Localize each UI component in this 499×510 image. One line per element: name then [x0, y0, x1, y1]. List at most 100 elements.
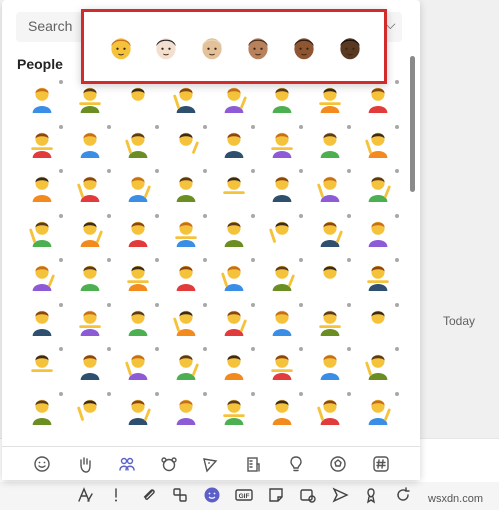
pizza-icon[interactable]: [201, 455, 219, 473]
skin-tone-light-icon[interactable]: [152, 33, 180, 61]
paperclip-icon[interactable]: [140, 486, 158, 504]
person-emoji-icon: [315, 172, 345, 202]
gif-icon[interactable]: GIF: [235, 486, 253, 504]
emoji-cell[interactable]: [120, 347, 166, 393]
emoji-cell[interactable]: [312, 125, 358, 171]
emoji-cell[interactable]: [216, 392, 262, 438]
praise-icon[interactable]: [362, 486, 380, 504]
emoji-cell[interactable]: [216, 125, 262, 171]
emoji-cell[interactable]: [360, 392, 406, 438]
building-icon[interactable]: [244, 455, 262, 473]
skin-tone-medium-icon[interactable]: [244, 33, 272, 61]
emoji-cell[interactable]: [264, 125, 310, 171]
exclamation-icon[interactable]: [107, 486, 125, 504]
send-arrow-icon[interactable]: [331, 486, 349, 504]
emoji-cell[interactable]: [264, 169, 310, 215]
skin-tone-indicator: [251, 391, 255, 396]
emoji-cell[interactable]: [24, 392, 70, 438]
emoji-cell[interactable]: [312, 169, 358, 215]
emoji-cell[interactable]: [72, 258, 118, 304]
emoji-cell[interactable]: [312, 214, 358, 260]
emoji-cell[interactable]: [216, 80, 262, 126]
emoji-cell[interactable]: [168, 125, 214, 171]
emoji-cell[interactable]: [312, 347, 358, 393]
emoji-cell[interactable]: [216, 214, 262, 260]
person-emoji-icon: [363, 217, 393, 247]
lightbulb-icon[interactable]: [287, 455, 305, 473]
emoji-cell[interactable]: [72, 347, 118, 393]
ball-icon[interactable]: [329, 455, 347, 473]
emoji-cell[interactable]: [168, 303, 214, 349]
emoji-cell[interactable]: [24, 214, 70, 260]
skin-tone-default-yellow-icon[interactable]: [107, 33, 135, 61]
emoji-cell[interactable]: [24, 347, 70, 393]
skin-tone-indicator: [251, 124, 255, 129]
skin-tone-indicator: [59, 169, 63, 173]
emoji-icon[interactable]: [203, 486, 221, 504]
emoji-cell[interactable]: [216, 169, 262, 215]
emoji-cell[interactable]: [168, 169, 214, 215]
emoji-cell[interactable]: [24, 258, 70, 304]
emoji-cell[interactable]: [24, 169, 70, 215]
person-emoji-icon: [219, 128, 249, 158]
emoji-cell[interactable]: [216, 303, 262, 349]
skin-tone-medium-light-icon[interactable]: [198, 33, 226, 61]
hand-icon[interactable]: [76, 455, 94, 473]
emoji-cell[interactable]: [120, 80, 166, 126]
animal-icon[interactable]: [160, 455, 178, 473]
emoji-cell[interactable]: [72, 392, 118, 438]
refresh-icon[interactable]: [394, 486, 412, 504]
emoji-cell[interactable]: [168, 392, 214, 438]
emoji-cell[interactable]: [168, 80, 214, 126]
person-emoji-icon: [219, 261, 249, 291]
hash-icon[interactable]: [372, 455, 390, 473]
meet-now-icon[interactable]: [299, 486, 317, 504]
emoji-cell[interactable]: [360, 169, 406, 215]
emoji-cell[interactable]: [312, 80, 358, 126]
person-emoji-icon: [171, 172, 201, 202]
emoji-cell[interactable]: [120, 169, 166, 215]
emoji-cell[interactable]: [360, 258, 406, 304]
loop-icon[interactable]: [171, 486, 189, 504]
emoji-cell[interactable]: [120, 392, 166, 438]
emoji-cell[interactable]: [72, 80, 118, 126]
emoji-cell[interactable]: [72, 214, 118, 260]
format-icon[interactable]: [76, 486, 94, 504]
people-icon[interactable]: [118, 455, 136, 473]
emoji-cell[interactable]: [264, 347, 310, 393]
scrollbar-thumb[interactable]: [410, 56, 415, 192]
emoji-cell[interactable]: [120, 214, 166, 260]
person-emoji-icon: [219, 83, 249, 113]
sticker-icon[interactable]: [267, 486, 285, 504]
emoji-cell[interactable]: [168, 258, 214, 304]
emoji-cell[interactable]: [168, 347, 214, 393]
emoji-cell[interactable]: [360, 347, 406, 393]
emoji-cell[interactable]: [312, 303, 358, 349]
emoji-cell[interactable]: [264, 303, 310, 349]
emoji-cell[interactable]: [360, 125, 406, 171]
emoji-cell[interactable]: [264, 80, 310, 126]
emoji-cell[interactable]: [72, 303, 118, 349]
smiley-icon[interactable]: [33, 455, 51, 473]
emoji-cell[interactable]: [264, 214, 310, 260]
skin-tone-dark-icon[interactable]: [336, 33, 364, 61]
emoji-cell[interactable]: [120, 125, 166, 171]
emoji-cell[interactable]: [72, 125, 118, 171]
emoji-cell[interactable]: [120, 258, 166, 304]
emoji-cell[interactable]: [264, 392, 310, 438]
emoji-cell[interactable]: [360, 214, 406, 260]
emoji-cell[interactable]: [360, 303, 406, 349]
emoji-cell[interactable]: [24, 80, 70, 126]
emoji-cell[interactable]: [120, 303, 166, 349]
skin-tone-medium-dark-icon[interactable]: [290, 33, 318, 61]
emoji-cell[interactable]: [168, 214, 214, 260]
emoji-cell[interactable]: [72, 169, 118, 215]
emoji-cell[interactable]: [360, 80, 406, 126]
emoji-cell[interactable]: [24, 303, 70, 349]
emoji-cell[interactable]: [216, 347, 262, 393]
emoji-cell[interactable]: [312, 392, 358, 438]
emoji-cell[interactable]: [216, 258, 262, 304]
emoji-cell[interactable]: [312, 258, 358, 304]
emoji-cell[interactable]: [24, 125, 70, 171]
emoji-cell[interactable]: [264, 258, 310, 304]
